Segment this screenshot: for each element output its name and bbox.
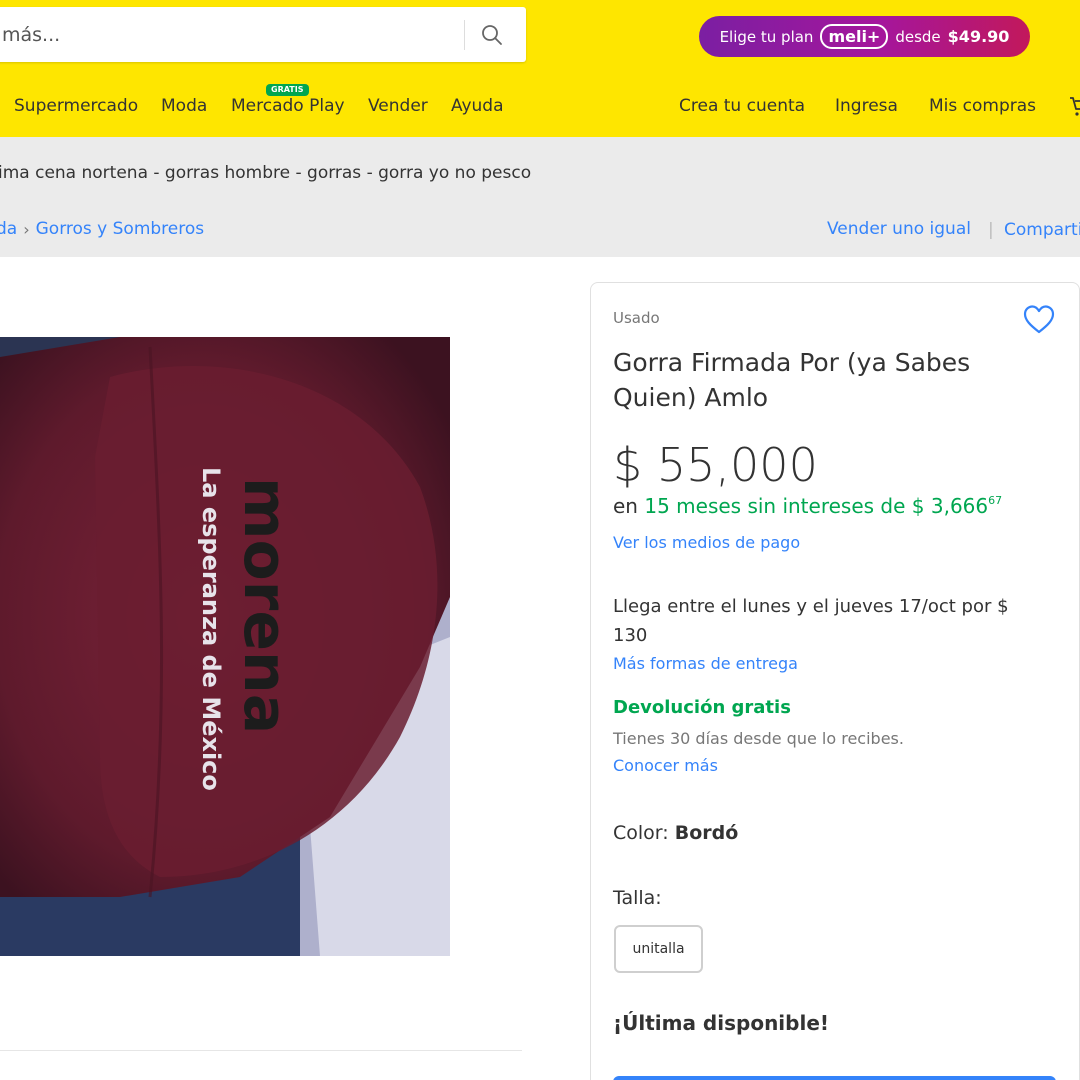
breadcrumb-band	[0, 137, 1080, 257]
share-link[interactable]: Comparti	[1004, 220, 1080, 240]
color-label: Color:	[613, 822, 669, 844]
color-info: Color: Bordó	[613, 822, 738, 844]
product-price: $ 55,000	[613, 438, 818, 492]
search-icon	[482, 25, 502, 45]
product-photo[interactable]: morena La esperanza de México	[0, 337, 450, 956]
meli-plus-logo: meli+	[820, 24, 889, 49]
size-label: Talla:	[613, 887, 662, 909]
search-button[interactable]	[474, 17, 510, 53]
cap-slogan-text: La esperanza de México	[197, 467, 225, 791]
promo-middle: desde	[895, 27, 941, 46]
stock-note: ¡Última disponible!	[613, 1011, 830, 1035]
cap-logo-text: morena	[230, 477, 300, 734]
installments-prefix: en	[613, 494, 638, 518]
free-returns-subtitle: Tienes 30 días desde que lo recibes.	[613, 729, 904, 748]
breadcrumb-item[interactable]: Gorros y Sombreros	[36, 219, 205, 239]
delivery-estimate: Llega entre el lunes y el jueves 17/oct …	[613, 596, 1009, 646]
gratis-badge: GRATIS	[266, 84, 309, 96]
nav-supermercado[interactable]: Supermercado	[14, 96, 138, 116]
learn-more-link[interactable]: Conocer más	[613, 756, 718, 775]
nav-crea-tu-cuenta[interactable]: Crea tu cuenta	[679, 96, 805, 116]
installments: en 15 meses sin intereses de $ 3,66667	[613, 494, 1002, 518]
search-divider	[464, 20, 465, 50]
nav-mis-compras[interactable]: Mis compras	[929, 96, 1036, 116]
promo-prefix: Elige tu plan	[719, 27, 814, 46]
breadcrumb-item[interactable]: da	[0, 219, 17, 239]
nav-moda[interactable]: Moda	[161, 96, 207, 116]
breadcrumb: da › Gorros y Sombreros	[0, 219, 204, 239]
heart-icon[interactable]	[1022, 303, 1056, 337]
free-returns-title: Devolución gratis	[613, 697, 791, 718]
payment-methods-link[interactable]: Ver los medios de pago	[613, 533, 800, 552]
cap-photo-image: morena La esperanza de México	[0, 337, 450, 956]
search-input[interactable]	[2, 7, 442, 62]
divider	[0, 1050, 522, 1051]
size-option-unitalla[interactable]: unitalla	[614, 925, 703, 973]
cart-icon[interactable]	[1068, 94, 1080, 118]
nav-ingresa[interactable]: Ingresa	[835, 96, 898, 116]
buy-now-button[interactable]	[613, 1076, 1056, 1080]
chevron-right-icon: ›	[23, 219, 30, 239]
action-divider: |	[988, 220, 994, 240]
nav-mercado-play[interactable]: Mercado Play	[231, 96, 345, 116]
sell-same-link[interactable]: Vender uno igual	[827, 219, 971, 239]
search-bar	[0, 7, 526, 62]
related-searches[interactable]: ima cena nortena - gorras hombre - gorra…	[0, 163, 531, 183]
installments-cents: 67	[988, 494, 1003, 507]
installments-offer: 15 meses sin intereses de $ 3,666	[644, 494, 989, 518]
product-title: Gorra Firmada Por (ya Sabes Quien) Amlo	[613, 348, 971, 412]
promo-price: $49.90	[947, 27, 1010, 46]
meli-plus-promo-banner[interactable]: Elige tu plan meli+ desde $49.90	[699, 16, 1030, 57]
product-condition: Usado	[613, 309, 660, 327]
color-value: Bordó	[674, 822, 739, 844]
nav-vender[interactable]: Vender	[368, 96, 428, 116]
nav-ayuda[interactable]: Ayuda	[451, 96, 504, 116]
more-delivery-link[interactable]: Más formas de entrega	[613, 654, 798, 673]
